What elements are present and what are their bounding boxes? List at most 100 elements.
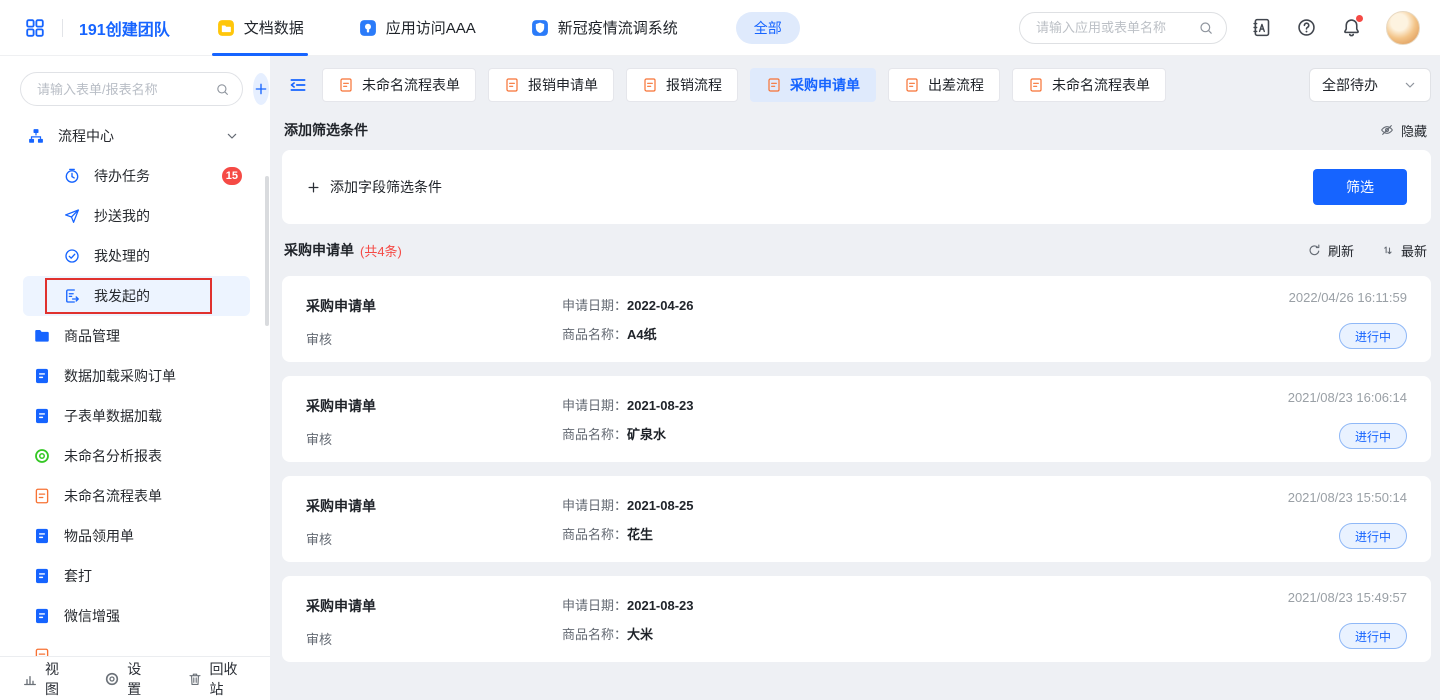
date-value: 2021-08-25 <box>627 498 694 513</box>
form-tabs-row: 未命名流程表单 报销申请单 报销流程 采购申请单 出差流程 未命名流程表单 全部… <box>282 68 1431 102</box>
sidebar-item-label: 套打 <box>64 566 92 586</box>
app-tab-covid-system[interactable]: 新冠疫情流调系统 <box>530 0 678 56</box>
sidebar-item-unnamed-report[interactable]: 未命名分析报表 <box>23 436 250 476</box>
sidebar-item-handled-by-me[interactable]: 我处理的 <box>23 236 250 276</box>
recycle-bin-button[interactable]: 回收站 <box>187 659 249 699</box>
record-card[interactable]: 采购申请单 审核 申请日期：2021-08-23 商品名称：矿泉水 2021/0… <box>282 376 1431 462</box>
status-filter-select[interactable]: 全部待办 <box>1309 68 1431 102</box>
status-badge[interactable]: 进行中 <box>1339 423 1407 449</box>
product-label: 商品名称： <box>562 327 627 342</box>
sidebar-footer: 视图 设置 回收站 <box>0 656 270 700</box>
sidebar-item-label: 抄送我的 <box>94 206 150 226</box>
app-tab-doc-data[interactable]: 文档数据 <box>216 0 304 56</box>
tab-purchase-application[interactable]: 采购申请单 <box>750 68 876 102</box>
sidebar-item-product-management[interactable]: 商品管理 <box>23 316 250 356</box>
sidebar-item-process-center[interactable]: 流程中心 <box>23 116 250 156</box>
record-step: 审核 <box>306 629 1407 648</box>
sidebar-item-initiated-by-me[interactable]: 我发起的 <box>23 276 250 316</box>
product-value: A4纸 <box>627 327 657 342</box>
sidebar-item-item-requisition[interactable]: 物品领用单 <box>23 516 250 556</box>
record-timestamp: 2021/08/23 15:50:14 <box>1288 490 1407 505</box>
top-header: 191创建团队 文档数据 应用访问AAA 新冠疫情流调系统 全部 <box>0 0 1440 56</box>
record-title: 采购申请单 <box>306 296 1407 316</box>
record-card[interactable]: 采购申请单 审核 申请日期：2022-04-26 商品名称：A4纸 2022/0… <box>282 276 1431 362</box>
team-name[interactable]: 191创建团队 <box>79 16 170 40</box>
refresh-label: 刷新 <box>1328 241 1354 260</box>
date-value: 2022-04-26 <box>627 298 694 313</box>
sidebar-item-label: 子表单数据加载 <box>64 406 162 426</box>
filter-section-header: 添加筛选条件 隐藏 <box>284 120 1427 140</box>
tab-unnamed-flow-form-2[interactable]: 未命名流程表单 <box>1012 68 1166 102</box>
plus-icon <box>253 81 269 97</box>
tab-label: 出差流程 <box>928 75 984 95</box>
document-icon <box>338 77 354 93</box>
paper-plane-icon <box>63 207 81 225</box>
sort-label: 最新 <box>1401 241 1427 260</box>
sidebar-item-wechat-enhance[interactable]: 微信增强 <box>23 596 250 636</box>
app-tab-app-access[interactable]: 应用访问AAA <box>358 0 476 56</box>
notification-dot <box>1356 15 1363 22</box>
tab-reimburse-application[interactable]: 报销申请单 <box>488 68 614 102</box>
list-title: 采购申请单 <box>284 240 354 260</box>
sidebar-item-todo-tasks[interactable]: 待办任务 15 <box>23 156 250 196</box>
add-form-button[interactable] <box>253 73 269 105</box>
record-timestamp: 2022/04/26 16:11:59 <box>1289 290 1407 305</box>
tab-label: 报销申请单 <box>528 75 598 95</box>
tab-label: 未命名流程表单 <box>1052 75 1150 95</box>
eye-off-icon <box>1379 122 1395 138</box>
record-card[interactable]: 采购申请单 审核 申请日期：2021-08-25 商品名称：花生 2021/08… <box>282 476 1431 562</box>
product-label: 商品名称： <box>562 427 627 442</box>
sidebar-scrollbar[interactable] <box>265 176 269 326</box>
document-icon <box>904 77 920 93</box>
refresh-button[interactable]: 刷新 <box>1307 241 1354 260</box>
sidebar-item-label: 物品领用单 <box>64 526 134 546</box>
sort-icon <box>1380 243 1395 258</box>
settings-button[interactable]: 设置 <box>104 659 152 699</box>
hide-label: 隐藏 <box>1401 121 1427 140</box>
record-card[interactable]: 采购申请单 审核 申请日期：2021-08-23 商品名称：大米 2021/08… <box>282 576 1431 662</box>
hide-filter-toggle[interactable]: 隐藏 <box>1379 121 1427 140</box>
search-icon[interactable] <box>215 82 230 97</box>
collapse-tabs-icon[interactable] <box>288 75 308 95</box>
all-apps-pill[interactable]: 全部 <box>736 12 800 44</box>
tab-reimburse-flow[interactable]: 报销流程 <box>626 68 738 102</box>
sidebar-item-cc-to-me[interactable]: 抄送我的 <box>23 196 250 236</box>
sidebar-item-print-template[interactable]: 套打 <box>23 556 250 596</box>
search-icon[interactable] <box>1198 20 1214 36</box>
date-label: 申请日期： <box>562 398 627 413</box>
tab-unnamed-flow-form-1[interactable]: 未命名流程表单 <box>322 68 476 102</box>
avatar[interactable] <box>1386 11 1420 45</box>
doc-data-app-icon <box>216 18 236 38</box>
document-icon <box>33 487 51 505</box>
views-button[interactable]: 视图 <box>22 659 70 699</box>
add-filter-condition[interactable]: 添加字段筛选条件 <box>306 177 442 197</box>
document-icon <box>504 77 520 93</box>
covid-app-icon <box>530 18 550 38</box>
form-search-input[interactable] <box>35 81 215 98</box>
filter-button[interactable]: 筛选 <box>1313 169 1407 205</box>
status-badge[interactable]: 进行中 <box>1339 523 1407 549</box>
form-search[interactable] <box>20 72 243 106</box>
document-icon <box>642 77 658 93</box>
global-search[interactable] <box>1019 12 1227 44</box>
notification-bell-icon[interactable] <box>1341 17 1362 38</box>
add-condition-label: 添加字段筛选条件 <box>330 177 442 197</box>
status-badge[interactable]: 进行中 <box>1339 623 1407 649</box>
contacts-icon[interactable] <box>1251 17 1272 38</box>
sort-button[interactable]: 最新 <box>1380 241 1427 260</box>
footer-label: 视图 <box>45 659 70 699</box>
product-label: 商品名称： <box>562 627 627 642</box>
sidebar-item-subform-data-load[interactable]: 子表单数据加载 <box>23 396 250 436</box>
sidebar-item-unnamed-flow-form[interactable]: 未命名流程表单 <box>23 476 250 516</box>
chevron-down-icon[interactable] <box>224 128 240 144</box>
sidebar-item-data-load-purchase-order[interactable]: 数据加载采购订单 <box>23 356 250 396</box>
status-badge[interactable]: 进行中 <box>1339 323 1407 349</box>
tab-label: 未命名流程表单 <box>362 75 460 95</box>
tab-business-trip-flow[interactable]: 出差流程 <box>888 68 1000 102</box>
global-search-input[interactable] <box>1034 19 1198 36</box>
product-value: 矿泉水 <box>627 427 666 442</box>
help-icon[interactable] <box>1296 17 1317 38</box>
apps-grid-icon[interactable] <box>24 17 46 39</box>
filter-card: 添加字段筛选条件 筛选 <box>282 150 1431 224</box>
record-step: 审核 <box>306 429 1407 448</box>
